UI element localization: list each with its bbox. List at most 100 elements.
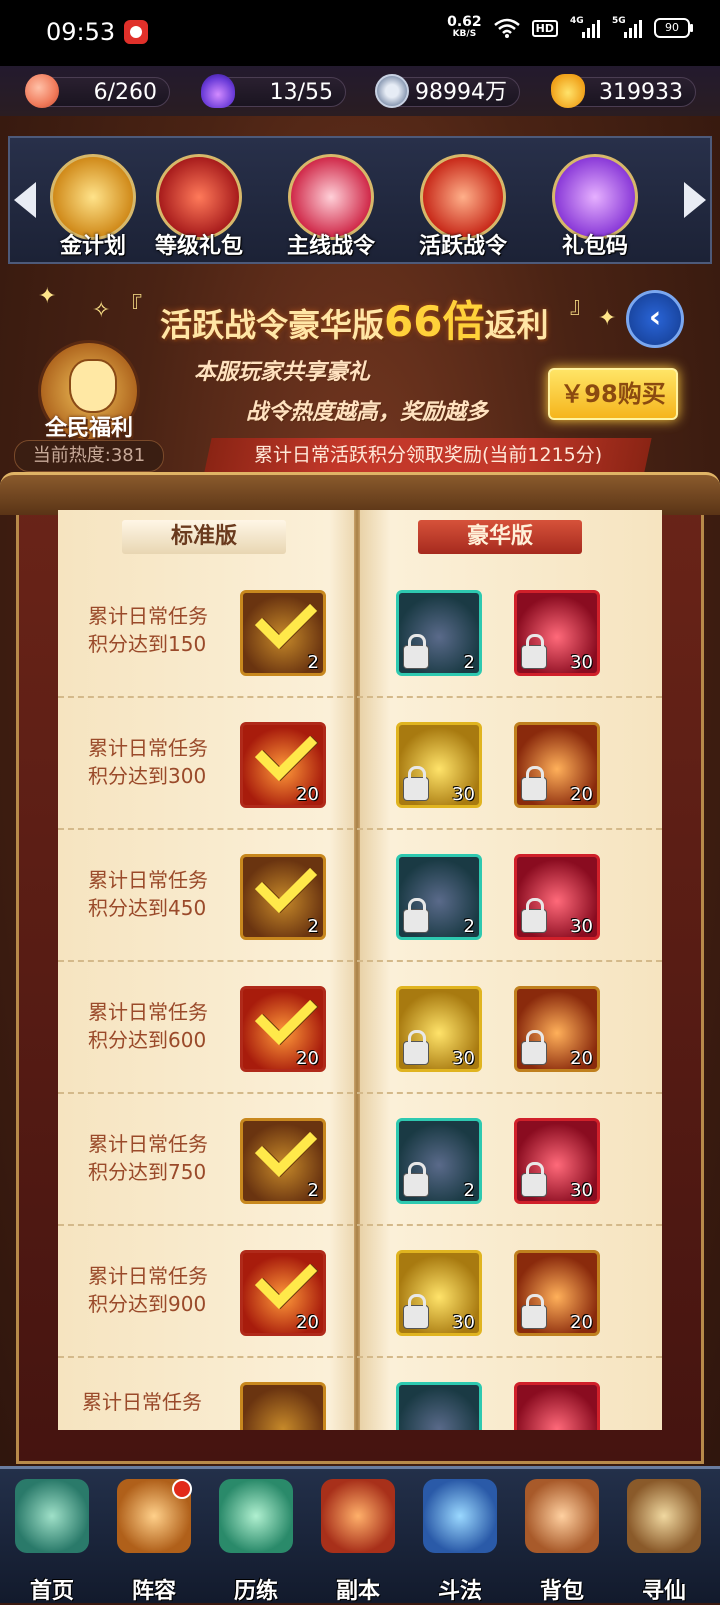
check-icon [254,850,318,914]
deluxe-reward-chest[interactable]: 2 [396,590,482,676]
sparkle-icon: ✦ [38,284,57,309]
nav-battle[interactable]: 斗法 [410,1473,510,1604]
battle-icon [423,1479,497,1553]
deluxe-reward-ember[interactable]: 20 [514,1250,600,1336]
lock-icon [403,1294,429,1329]
sparkle-icon: ✦ [598,306,617,331]
lock-icon [403,634,429,669]
feature-main-pass[interactable]: 主线战令 [276,154,386,259]
resource-stamina[interactable]: 6/260 [25,74,170,108]
row-requirement: 累计日常任务 积分达到900 [88,1264,208,1316]
deluxe-reward-gold[interactable]: 30 [396,722,482,808]
reward-row: 累计日常任务 积分达到900 20 30 20 [58,1226,662,1358]
bracket-deco-icon: 』 [570,294,593,319]
feature-active-pass[interactable]: 活跃战令 [408,154,518,259]
carousel-left-arrow-icon[interactable] [14,182,36,218]
row-requirement: 累计日常任务 积分达到450 [88,868,208,920]
lock-icon [403,1162,429,1197]
signal-4g-icon: 4G [570,16,600,38]
lock-icon [521,1162,547,1197]
tab-standard[interactable]: 标准版 [122,520,286,554]
deluxe-reward-ember[interactable]: 20 [514,722,600,808]
feature-level-gift[interactable]: 等级礼包 [144,154,254,259]
wifi-icon [493,18,520,38]
reward-book-top [0,472,720,515]
nav-home[interactable]: 首页 [2,1473,102,1604]
reward-row: 累计日常任务 积分达到600 20 30 20 [58,962,662,1094]
reward-row: 累计日常任务 [58,1358,662,1430]
seek-immortal-icon [627,1479,701,1553]
backpack-icon [525,1479,599,1553]
standard-reward-chest[interactable]: 2 [240,586,326,676]
status-bar: 09:53 0.62 KB/S HD 4G 5G 90 [0,0,720,66]
points-notice: 累计日常活跃积分领取奖励(当前1215分) [204,438,652,472]
carousel-right-arrow-icon[interactable] [684,182,706,218]
training-icon [219,1479,293,1553]
row-requirement: 累计日常任务 [82,1390,202,1414]
resource-gold[interactable]: 319933 [551,74,696,108]
deluxe-reward-chest[interactable]: 2 [396,854,482,940]
reward-list[interactable]: 标准版 豪华版 累计日常任务 积分达到150 2 2 30 累计日常任务 积分达到3… [58,510,662,1430]
money-bag-icon [69,359,117,413]
lock-icon [521,634,547,669]
deluxe-reward-chest[interactable]: 2 [396,1118,482,1204]
deluxe-reward-gold[interactable]: 30 [396,986,482,1072]
reward-row: 累计日常任务 积分达到450 2 2 30 [58,830,662,962]
standard-reward-fire[interactable]: 20 [240,718,326,808]
back-button[interactable]: ‹ [626,290,684,348]
reward-row: 累计日常任务 积分达到750 2 2 30 [58,1094,662,1226]
resource-bar: 6/260 13/55 98994万 319933 [0,66,720,116]
feature-gift-code[interactable]: 礼包码 [540,154,650,259]
bottom-nav: 首页 阵容 历练 副本 斗法 背包 寻仙 [0,1466,720,1604]
sparkle-icon: ✧ [92,298,111,323]
tab-deluxe[interactable]: 豪华版 [418,520,582,554]
welfare-label: 全民福利 [44,416,133,441]
notification-badge [172,1479,192,1499]
lock-icon [521,1294,547,1329]
buy-button[interactable]: ￥98购买 [548,368,678,420]
feature-gold-plan[interactable]: 金计划 [38,154,148,259]
deluxe-reward-token[interactable] [514,1382,600,1430]
nav-training[interactable]: 历练 [206,1473,306,1604]
check-icon [254,1114,318,1178]
check-icon [254,1246,318,1310]
row-requirement: 累计日常任务 积分达到150 [88,604,208,656]
lock-icon [403,766,429,801]
resource-energy[interactable]: 13/55 [201,74,346,108]
dungeon-icon [321,1479,395,1553]
standard-reward-chest[interactable]: 2 [240,1114,326,1204]
deluxe-reward-chest[interactable] [396,1382,482,1430]
reward-row: 累计日常任务 积分达到150 2 2 30 [58,566,662,698]
nav-seek-immortal[interactable]: 寻仙 [614,1473,714,1604]
standard-reward-fire[interactable]: 20 [240,1246,326,1336]
slogan-line2: 战令热度越高，奖励越多 [246,400,489,425]
nav-backpack[interactable]: 背包 [512,1473,612,1604]
deluxe-reward-ember[interactable]: 20 [514,986,600,1072]
lock-icon [403,1030,429,1065]
status-time: 09:53 [46,18,116,46]
lock-icon [521,1030,547,1065]
chevron-left-icon: ‹ [648,300,662,335]
nav-lineup[interactable]: 阵容 [104,1473,204,1604]
lock-icon [403,898,429,933]
deluxe-reward-gold[interactable]: 30 [396,1250,482,1336]
signal-5g-icon: 5G [612,16,642,38]
flame-icon [201,74,235,108]
slogan-line1: 本服玩家共享豪礼 [194,360,371,385]
event-banner: ✦ ✧ 『 活跃战令豪华版66倍返利 』 ✦ [0,276,720,348]
standard-reward-chest[interactable]: 2 [240,850,326,940]
coin-icon [375,74,409,108]
check-icon [254,586,318,650]
check-icon [254,982,318,1046]
deluxe-reward-token[interactable]: 30 [514,1118,600,1204]
bracket-deco-icon: 『 [120,294,143,319]
standard-reward-fire[interactable]: 20 [240,982,326,1072]
deluxe-reward-token[interactable]: 30 [514,590,600,676]
row-requirement: 累计日常任务 积分达到600 [88,1000,208,1052]
nav-dungeon[interactable]: 副本 [308,1473,408,1604]
standard-reward-chest[interactable] [240,1382,326,1430]
deluxe-reward-token[interactable]: 30 [514,854,600,940]
row-requirement: 累计日常任务 积分达到300 [88,736,208,788]
resource-coins[interactable]: 98994万 [375,74,520,108]
battery-icon: 90 [654,18,693,38]
